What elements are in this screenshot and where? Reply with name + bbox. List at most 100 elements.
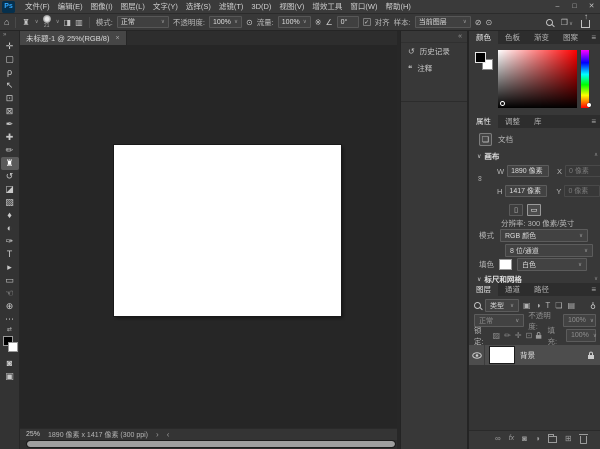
menu-item[interactable]: 增效工具 — [308, 0, 346, 14]
lock-icon[interactable]: ⊡ — [526, 331, 533, 341]
panel-collapse-icon[interactable]: « — [458, 33, 462, 40]
home-icon[interactable]: ⌂ — [4, 15, 9, 30]
panel-tab[interactable]: 颜色 — [469, 31, 498, 44]
pressure-opacity-icon[interactable]: ⊙ — [246, 15, 253, 30]
panel-tab[interactable]: 库 — [527, 115, 549, 128]
panel-menu-icon[interactable]: ≡ — [591, 115, 600, 128]
menu-item[interactable]: 窗口(W) — [346, 0, 381, 14]
status-expand-icon[interactable]: › — [156, 430, 159, 439]
layer-visibility-toggle[interactable] — [469, 345, 485, 365]
lock-icon[interactable]: ✛ — [515, 331, 522, 341]
panel-tab[interactable]: 渐变 — [527, 31, 556, 44]
foreground-color-swatch[interactable] — [475, 52, 486, 63]
scroll-down-icon[interactable]: ∨ — [594, 276, 598, 282]
object-selection-tool[interactable]: ↖ — [1, 79, 19, 92]
scrollbar-thumb[interactable] — [27, 441, 395, 447]
width-input[interactable]: 1890 像素 — [507, 165, 549, 177]
pressure-size-icon[interactable]: ⊙ — [485, 15, 492, 30]
layer-effects-icon[interactable]: fx — [509, 435, 514, 442]
eraser-tool[interactable]: ◪ — [1, 183, 19, 196]
shape-tool[interactable]: ▭ — [1, 274, 19, 287]
lock-icon[interactable]: ✏ — [504, 331, 511, 341]
clone-source-panel-icon[interactable]: ▥ — [75, 15, 83, 30]
screen-mode-icon[interactable]: ▣ — [1, 370, 19, 383]
rulers-section-header[interactable]: ∨ 标尺和网格 ∨ — [469, 274, 600, 283]
type-tool[interactable]: T — [1, 248, 19, 261]
layer-opacity-select[interactable]: 100% — [563, 314, 596, 327]
blur-tool[interactable]: ♦ — [1, 209, 19, 222]
path-selection-tool[interactable]: ▸ — [1, 261, 19, 274]
portrait-orientation-button[interactable]: ▯ — [509, 204, 523, 216]
layer-fill-select[interactable]: 100% — [566, 329, 596, 342]
panel-tab[interactable]: 图案 — [556, 31, 585, 44]
y-input[interactable]: 0 像素 — [564, 185, 600, 197]
blend-mode-select[interactable]: 正常 — [117, 16, 169, 28]
delete-layer-icon[interactable] — [580, 436, 587, 444]
scroll-up-icon[interactable]: ∧ — [594, 152, 598, 158]
opacity-select[interactable]: 100% — [209, 16, 242, 28]
panel-tab[interactable]: 通道 — [498, 283, 527, 296]
sample-select[interactable]: 当前图层 — [415, 16, 471, 28]
toolbar-collapse-icon[interactable]: » — [0, 31, 6, 40]
canvas-workspace[interactable] — [20, 45, 397, 428]
menu-item[interactable]: 文字(Y) — [149, 0, 182, 14]
layer-locked-icon[interactable] — [587, 351, 595, 360]
document-tab[interactable]: 未标题-1 @ 25%(RGB/8) × — [20, 31, 127, 45]
new-group-icon[interactable] — [548, 436, 557, 443]
quick-mask-icon[interactable]: ◙ — [1, 357, 19, 370]
menu-item[interactable]: 图层(L) — [117, 0, 149, 14]
notes-panel-button[interactable]: ❝ 注释 — [401, 60, 467, 77]
color-swatches[interactable] — [475, 52, 495, 72]
lock-icon[interactable]: ▨ — [493, 331, 501, 341]
menu-item[interactable]: 3D(D) — [247, 0, 275, 14]
edit-toolbar-icon[interactable]: ⋯ — [1, 313, 19, 326]
color-field-marker[interactable] — [500, 101, 505, 106]
bit-depth-select[interactable]: 8 位/通道 — [505, 244, 593, 257]
filter-type-select[interactable]: 类型 — [485, 299, 519, 312]
close-tab-icon[interactable]: × — [115, 35, 119, 42]
layer-mask-icon[interactable]: ◙ — [522, 434, 527, 443]
height-input[interactable]: 1417 像素 — [505, 185, 547, 197]
new-layer-icon[interactable]: ⊞ — [565, 434, 572, 443]
foreground-background-swatches[interactable] — [1, 335, 19, 357]
layer-row-background[interactable]: 背景 — [469, 345, 600, 365]
photoshop-logo-icon[interactable]: Ps — [2, 1, 15, 13]
share-icon[interactable] — [581, 20, 590, 28]
panel-tab[interactable]: 属性 — [469, 115, 498, 128]
adjustment-layer-icon[interactable]: ◑ — [535, 434, 540, 443]
panel-tab[interactable]: 图层 — [469, 283, 498, 296]
menu-item[interactable]: 视图(V) — [275, 0, 308, 14]
fill-color-swatch[interactable] — [499, 259, 512, 270]
tool-preset-icon[interactable]: ♜ — [22, 15, 29, 30]
panel-tab[interactable]: 调整 — [498, 115, 527, 128]
search-icon[interactable] — [546, 19, 553, 26]
healing-brush-tool[interactable]: ✚ — [1, 131, 19, 144]
panel-tab[interactable]: 路径 — [527, 283, 556, 296]
menu-item[interactable]: 滤镜(T) — [215, 0, 248, 14]
frame-tool[interactable]: ⊠ — [1, 105, 19, 118]
hand-tool[interactable]: ☜ — [1, 287, 19, 300]
layer-thumbnail[interactable] — [490, 347, 514, 363]
x-input[interactable]: 0 像素 — [565, 165, 600, 177]
landscape-orientation-button[interactable]: ▭ — [527, 204, 541, 216]
canvas-section-header[interactable]: ∨ 画布 ∧ — [469, 151, 600, 162]
hue-marker[interactable] — [587, 103, 591, 107]
panel-tab[interactable]: 色板 — [498, 31, 527, 44]
document-icon[interactable]: ❏ — [479, 133, 492, 146]
menu-item[interactable]: 编辑(E) — [54, 0, 87, 14]
angle-input[interactable]: 0° — [337, 16, 359, 28]
dodge-tool[interactable]: ◐ — [1, 222, 19, 235]
move-tool[interactable]: ✛ — [1, 40, 19, 53]
history-panel-button[interactable]: ↺ 历史记录 — [401, 43, 467, 60]
menu-item[interactable]: 图像(I) — [87, 0, 117, 14]
brush-settings-panel-icon[interactable]: ◨ — [64, 15, 72, 30]
ignore-adjustment-layers-icon[interactable]: ⊘ — [475, 15, 482, 30]
brush-tool[interactable]: ✏ — [1, 144, 19, 157]
clone-stamp-tool[interactable]: ♜ — [1, 157, 19, 170]
swap-colors-icon[interactable]: ⇄ — [7, 326, 12, 334]
link-layers-icon[interactable]: ∞ — [495, 434, 501, 443]
crop-tool[interactable]: ⊡ — [1, 92, 19, 105]
layer-filter-icon[interactable]: ▤ — [567, 301, 575, 311]
fill-select[interactable]: 白色 — [517, 258, 587, 271]
flow-select[interactable]: 100% — [278, 16, 311, 28]
